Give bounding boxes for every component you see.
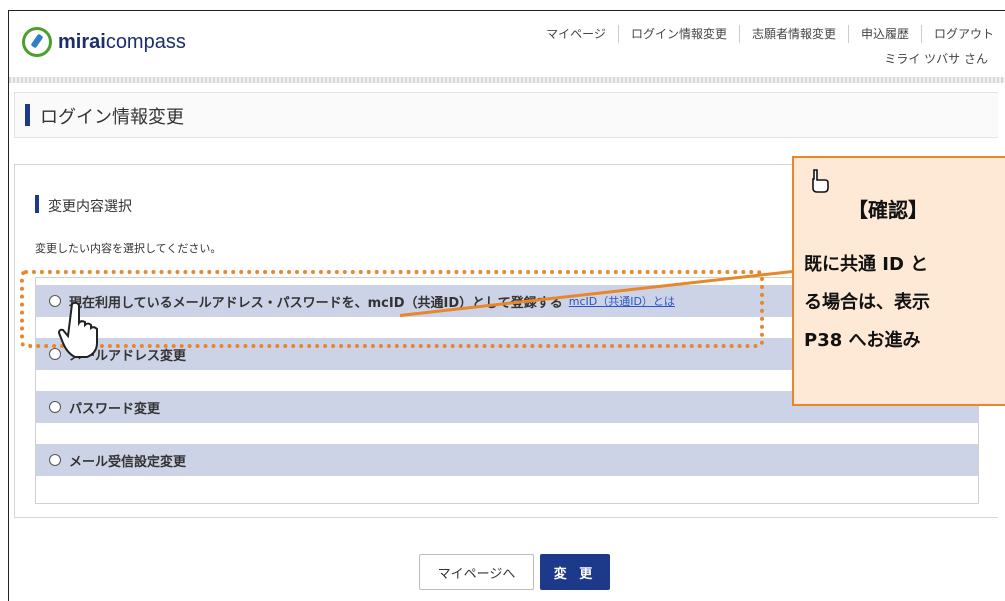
callout-body: 既に共通 ID と る場合は、表示 P38 へお進み — [804, 246, 930, 360]
pointing-hand-icon — [812, 169, 829, 193]
page-title-bar: ログイン情報変更 — [14, 92, 998, 138]
nav-applicant-info[interactable]: 志願者情報変更 — [738, 25, 848, 43]
change-button[interactable]: 変 更 — [540, 554, 610, 590]
radio-button[interactable] — [49, 454, 61, 466]
callout-line: P38 へお進み — [804, 330, 921, 351]
section-title: 変更内容選択 — [48, 199, 132, 215]
nav-logout[interactable]: ログアウト — [920, 25, 1005, 43]
nav-history[interactable]: 申込履歴 — [847, 25, 921, 43]
highlight-box — [20, 270, 764, 348]
site-header: miraicompass マイページ ログイン情報変更 志願者情報変更 申込履歴… — [9, 11, 1005, 77]
compass-logo-icon — [22, 27, 52, 57]
callout-line: 既に共通 ID と — [804, 254, 929, 275]
page-title: ログイン情報変更 — [40, 107, 184, 128]
callout-line: る場合は、表示 — [804, 292, 930, 313]
logo-text: miraicompass — [58, 30, 186, 53]
mypage-button[interactable]: マイページへ — [419, 554, 534, 590]
user-name: ミライ ツバサ さん — [884, 52, 988, 66]
top-nav: マイページ ログイン情報変更 志願者情報変更 申込履歴 ログアウト — [534, 25, 1005, 43]
logo[interactable]: miraicompass — [22, 27, 186, 57]
option-label: パスワード変更 — [69, 401, 161, 417]
nav-login-info[interactable]: ログイン情報変更 — [617, 25, 739, 43]
header-divider — [9, 77, 1005, 83]
radio-button[interactable] — [49, 401, 61, 413]
option-mail-settings[interactable]: メール受信設定変更 — [36, 444, 978, 476]
title-accent — [25, 104, 30, 126]
instruction-text: 変更したい内容を選択してください。 — [35, 242, 222, 255]
callout-title: 【確認】 — [848, 198, 928, 222]
nav-mypage[interactable]: マイページ — [534, 25, 618, 43]
section-accent — [35, 195, 39, 213]
hand-cursor-icon — [58, 301, 98, 358]
option-label: メール受信設定変更 — [69, 454, 187, 470]
